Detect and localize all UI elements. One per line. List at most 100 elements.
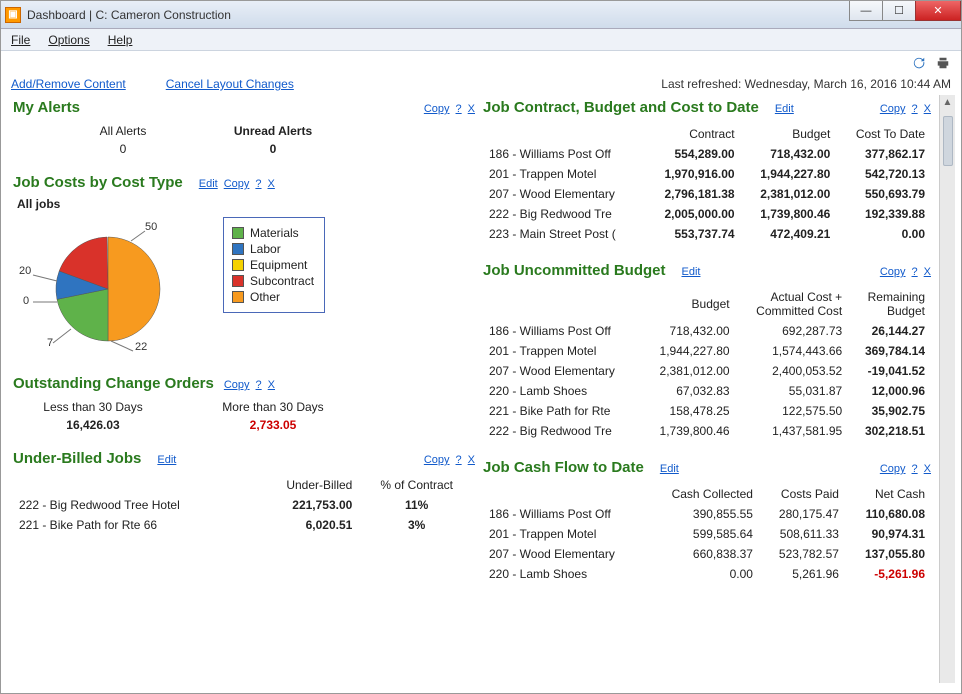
close-button[interactable]: ✕ (915, 1, 961, 21)
col-contract: Contract (645, 124, 741, 144)
menu-help[interactable]: Help (108, 33, 133, 47)
help-link[interactable]: ? (912, 103, 918, 115)
table-row: 220 - Lamb Shoes0.005,261.96-5,261.96 (483, 564, 931, 584)
copy-link[interactable]: Copy (224, 379, 250, 391)
close-link[interactable]: X (924, 463, 931, 475)
col-name (13, 475, 251, 495)
close-link[interactable]: X (468, 454, 475, 466)
table-row: 201 - Trappen Motel1,944,227.801,574,443… (483, 341, 931, 361)
edit-link[interactable]: Edit (157, 454, 176, 466)
row-value: 369,784.14 (848, 341, 931, 361)
menu-file[interactable]: File (11, 33, 30, 47)
copy-link[interactable]: Copy (424, 103, 450, 115)
row-value: 1,437,581.95 (736, 421, 849, 441)
edit-link[interactable]: Edit (682, 266, 701, 278)
close-link[interactable]: X (268, 379, 275, 391)
widget-title-under-billed: Under-Billed Jobs (13, 450, 141, 467)
table-row: 201 - Trappen Motel1,970,916.001,944,227… (483, 164, 931, 184)
col-budget: Budget (741, 124, 837, 144)
pie-label-labor: 7 (47, 337, 53, 349)
help-link[interactable]: ? (255, 178, 261, 190)
copy-link[interactable]: Copy (224, 178, 250, 190)
help-link[interactable]: ? (256, 379, 262, 391)
row-value: 550,693.79 (836, 184, 931, 204)
row-value: 660,838.37 (648, 544, 759, 564)
cashflow-table: Cash Collected Costs Paid Net Cash 186 -… (483, 484, 931, 584)
row-value: 472,409.21 (741, 224, 837, 244)
row-value: 35,902.75 (848, 401, 931, 421)
copy-link[interactable]: Copy (424, 454, 450, 466)
edit-link[interactable]: Edit (775, 103, 794, 115)
row-value: 523,782.57 (759, 544, 845, 564)
close-link[interactable]: X (924, 103, 931, 115)
row-value: 1,970,916.00 (645, 164, 741, 184)
table-row: 222 - Big Redwood Tre2,005,000.001,739,8… (483, 204, 931, 224)
help-link[interactable]: ? (912, 266, 918, 278)
all-alerts-label: All Alerts (100, 124, 147, 138)
refresh-icon[interactable] (911, 55, 927, 71)
close-link[interactable]: X (924, 266, 931, 278)
dashboard-content: My Alerts Copy ? X All Alerts 0 Unread A… (1, 95, 961, 683)
row-value: 137,055.80 (845, 544, 931, 564)
maximize-button[interactable]: ☐ (882, 1, 916, 21)
cancel-layout-link[interactable]: Cancel Layout Changes (166, 77, 294, 91)
row-value: 599,585.64 (648, 524, 759, 544)
widget-title-jobcosts: Job Costs by Cost Type (13, 174, 183, 191)
uncommitted-table: Budget Actual Cost +Committed Cost Remai… (483, 287, 931, 441)
row-name: 186 - Williams Post Off (483, 144, 645, 164)
row-value: 2,381,012.00 (641, 361, 735, 381)
help-link[interactable]: ? (912, 463, 918, 475)
row-value: 2,005,000.00 (645, 204, 741, 224)
links-row: Add/Remove Content Cancel Layout Changes… (1, 71, 961, 95)
row-name: 221 - Bike Path for Rte (483, 401, 641, 421)
row-value: 1,739,800.46 (641, 421, 735, 441)
table-row: 186 - Williams Post Off554,289.00718,432… (483, 144, 931, 164)
table-row: 222 - Big Redwood Tree Hotel221,753.0011… (13, 495, 475, 515)
row-value: 55,031.87 (736, 381, 849, 401)
widget-title-contract-budget: Job Contract, Budget and Cost to Date (483, 99, 759, 116)
add-remove-content-link[interactable]: Add/Remove Content (11, 77, 126, 91)
legend-equipment: Equipment (250, 258, 307, 272)
help-link[interactable]: ? (456, 454, 462, 466)
row-value: 377,862.17 (836, 144, 931, 164)
row-name: 207 - Wood Elementary (483, 184, 645, 204)
widget-cashflow: Job Cash Flow to Date Edit Copy ? X Cash… (483, 459, 931, 584)
co-lt30-label: Less than 30 Days (43, 400, 142, 414)
copy-link[interactable]: Copy (880, 103, 906, 115)
pie-label-other: 50 (145, 221, 157, 233)
scroll-up-icon[interactable]: ▲ (943, 95, 953, 110)
pie-label-equipment: 0 (23, 295, 29, 307)
close-link[interactable]: X (468, 103, 475, 115)
table-row: 207 - Wood Elementary2,796,181.382,381,0… (483, 184, 931, 204)
copy-link[interactable]: Copy (880, 266, 906, 278)
row-value: 390,855.55 (648, 504, 759, 524)
row-value: 2,381,012.00 (741, 184, 837, 204)
menu-options[interactable]: Options (48, 33, 89, 47)
edit-link[interactable]: Edit (199, 178, 218, 190)
minimize-button[interactable]: — (849, 1, 883, 21)
col-actual-committed: Actual Cost +Committed Cost (736, 287, 849, 321)
row-value: 718,432.00 (641, 321, 735, 341)
row-value: 280,175.47 (759, 504, 845, 524)
print-icon[interactable] (935, 55, 951, 71)
close-link[interactable]: X (268, 178, 275, 190)
row-name: 223 - Main Street Post ( (483, 224, 645, 244)
col-pct: % of Contract (358, 475, 475, 495)
copy-link[interactable]: Copy (880, 463, 906, 475)
help-link[interactable]: ? (456, 103, 462, 115)
widget-under-billed: Under-Billed Jobs Edit Copy ? X Under-Bi… (13, 450, 475, 535)
title-bar: ▣ Dashboard | C: Cameron Construction — … (1, 1, 961, 29)
row-value: 1,944,227.80 (641, 341, 735, 361)
edit-link[interactable]: Edit (660, 463, 679, 475)
unread-alerts-label: Unread Alerts (234, 124, 312, 138)
legend-materials: Materials (250, 226, 299, 240)
col-remaining: RemainingBudget (848, 287, 931, 321)
row-value: 553,737.74 (645, 224, 741, 244)
scroll-thumb[interactable] (943, 116, 953, 166)
row-name: 201 - Trappen Motel (483, 164, 645, 184)
menu-bar: File Options Help (1, 29, 961, 51)
pie-title: All jobs (17, 197, 475, 211)
vertical-scrollbar[interactable]: ▲ (939, 95, 955, 683)
row-value: 0.00 (648, 564, 759, 584)
row-value: 554,289.00 (645, 144, 741, 164)
